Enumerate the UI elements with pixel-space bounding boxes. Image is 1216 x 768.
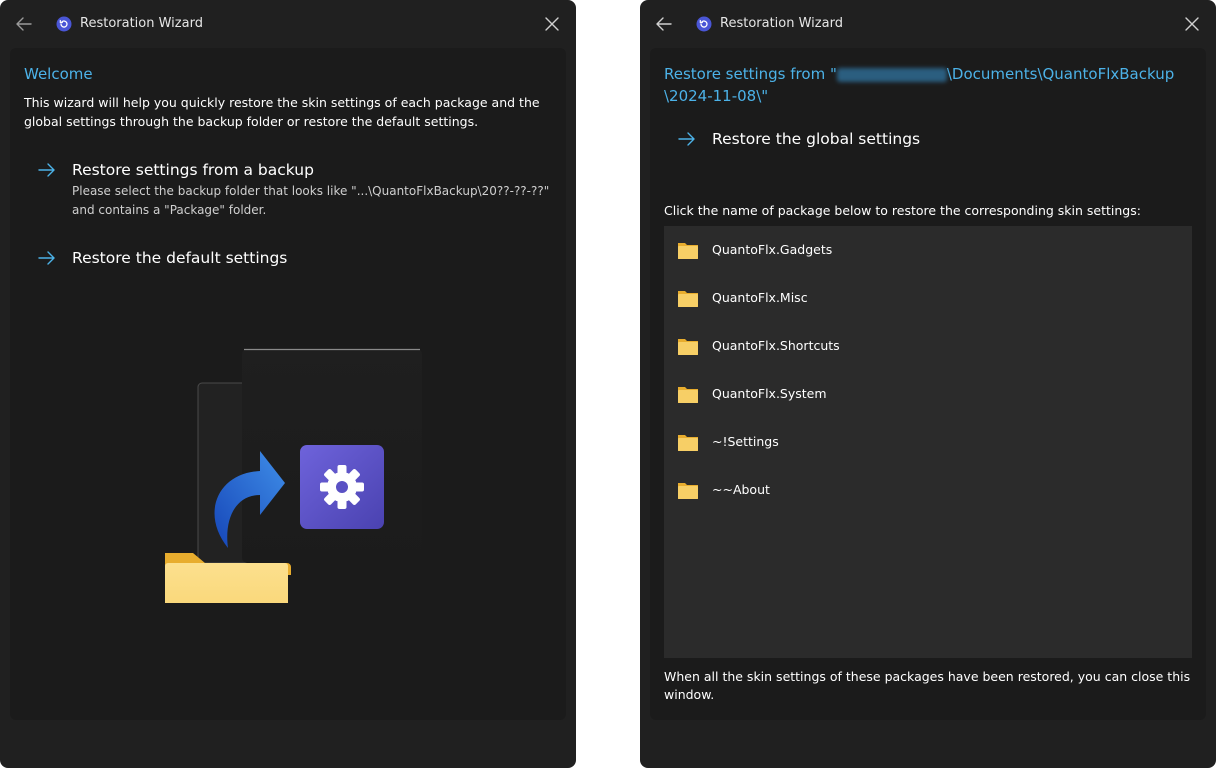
folder-restore-illustration (165, 348, 422, 603)
content-card: Welcome This wizard will help you quickl… (10, 48, 566, 720)
folder-icon (678, 291, 698, 307)
package-name: QuantoFlx.System (712, 386, 827, 401)
folder-icon (678, 243, 698, 259)
back-arrow-icon (656, 17, 672, 31)
title-bar: Restoration Wizard (0, 0, 576, 48)
option-label: Restore the global settings (712, 130, 921, 148)
back-button[interactable] (12, 12, 36, 36)
close-icon (1185, 17, 1199, 31)
close-button[interactable] (540, 12, 564, 36)
back-button[interactable] (652, 12, 676, 36)
list-item[interactable]: ~!Settings (664, 424, 1192, 464)
restoration-wizard-window-packages: Restoration Wizard Restore settings from… (640, 0, 1216, 768)
restoration-wizard-window-welcome: Restoration Wizard Welcome This wizard w… (0, 0, 576, 768)
list-item[interactable]: QuantoFlx.Shortcuts (664, 328, 1192, 368)
option-description-line2: and contains a "Package" folder. (72, 203, 267, 217)
redacted-username (836, 67, 947, 82)
folder-icon (678, 435, 698, 451)
package-name: QuantoFlx.Shortcuts (712, 338, 840, 353)
page-heading: Welcome (24, 65, 93, 83)
package-name: ~!Settings (712, 434, 779, 449)
restore-from-backup-option[interactable]: Restore settings from a backup Please se… (38, 159, 550, 221)
arrow-right-icon (38, 251, 55, 265)
folder-icon (678, 483, 698, 499)
window-title: Restoration Wizard (720, 16, 843, 31)
arrow-right-icon (38, 163, 55, 177)
close-icon (545, 17, 559, 31)
back-arrow-icon (16, 17, 32, 31)
restore-default-option[interactable]: Restore the default settings (38, 247, 548, 273)
package-name: QuantoFlx.Misc (712, 290, 808, 305)
heading-prefix: Restore settings from " (664, 65, 837, 83)
list-item[interactable]: ~~About (664, 472, 1192, 512)
restore-global-settings-option[interactable]: Restore the global settings (678, 128, 1188, 154)
package-name: ~~About (712, 482, 770, 497)
gear-icon (320, 465, 364, 509)
intro-text: This wizard will help you quickly restor… (24, 95, 540, 129)
restore-app-icon (696, 16, 712, 32)
footer-note-line2: window. (664, 687, 715, 702)
option-description: Please select the backup folder that loo… (72, 184, 550, 198)
list-item[interactable]: QuantoFlx.System (664, 376, 1192, 416)
arrow-right-icon (678, 132, 695, 146)
list-item[interactable]: QuantoFlx.Gadgets (664, 232, 1192, 272)
folder-icon (678, 387, 698, 403)
option-label: Restore settings from a backup (72, 161, 314, 179)
restore-app-icon (56, 16, 72, 32)
heading-suffix: \Documents\QuantoFlxBackup (946, 65, 1175, 83)
backup-path-heading: Restore settings from " \Documents\Quanto… (664, 64, 1184, 85)
list-item[interactable]: QuantoFlx.Misc (664, 280, 1192, 320)
package-name: QuantoFlx.Gadgets (712, 242, 833, 257)
window-title: Restoration Wizard (80, 16, 203, 31)
close-button[interactable] (1180, 12, 1204, 36)
content-card: Restore settings from " \Documents\Quanto… (650, 48, 1206, 720)
package-list: QuantoFlx.Gadgets QuantoFlx.Misc QuantoF… (664, 226, 1192, 658)
backup-path-heading-line2: \2024-11-08\" (664, 87, 769, 105)
footer-note: When all the skin settings of these pack… (664, 669, 1191, 684)
folder-icon (678, 339, 698, 355)
package-instruction: Click the name of package below to resto… (664, 203, 1141, 218)
title-bar: Restoration Wizard (640, 0, 1216, 48)
option-label: Restore the default settings (72, 249, 288, 267)
